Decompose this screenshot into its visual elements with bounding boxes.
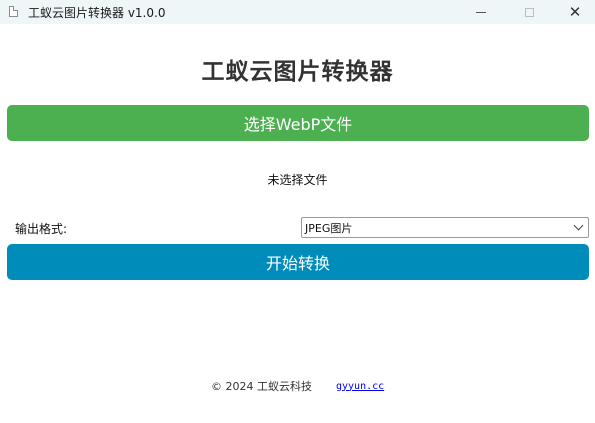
window-title: 工蚁云图片转换器 v1.0.0 [28,6,166,20]
selected-file-status: 未选择文件 [267,173,328,187]
website-link[interactable]: gyyun.cc [336,381,384,392]
select-webp-file-button[interactable]: 选择WebP文件 [7,105,589,141]
maximize-icon [524,7,534,17]
minimize-button[interactable] [458,0,504,24]
chevron-down-icon [573,220,584,231]
close-icon: ✕ [568,2,582,21]
output-format-value: JPEG图片 [305,221,353,235]
output-format-select[interactable]: JPEG图片 [301,217,589,238]
start-convert-button[interactable]: 开始转换 [7,244,589,280]
document-icon [9,6,18,17]
output-format-label: 输出格式: [15,222,68,236]
minimize-icon [476,11,486,13]
page-title: 工蚁云图片转换器 [201,58,394,85]
window-titlebar[interactable]: 工蚁云图片转换器 v1.0.0 ✕ [0,0,595,24]
footer: © 2024 工蚁云科技 gyyun.cc [211,378,384,394]
maximize-button[interactable] [506,0,552,24]
close-button[interactable]: ✕ [552,0,595,24]
copyright-text: © 2024 工蚁云科技 [211,380,312,393]
